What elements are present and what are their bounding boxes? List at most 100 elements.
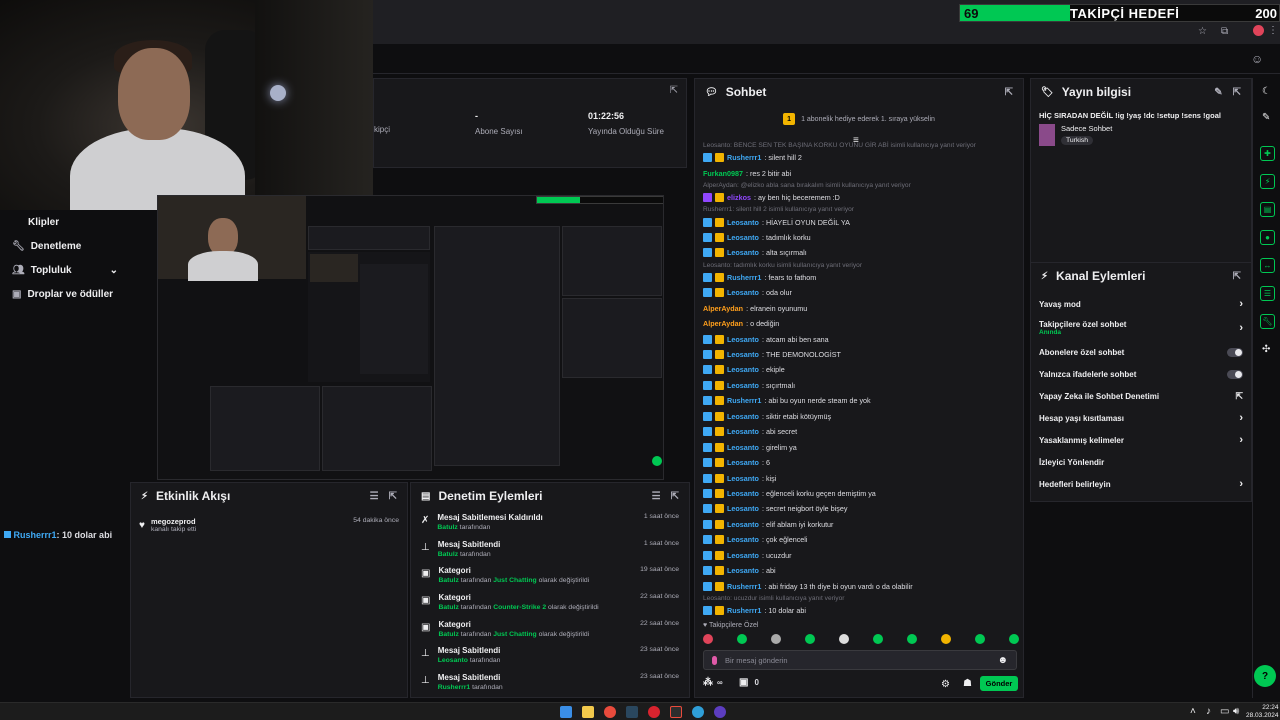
popout-icon[interactable]: ⇱ (389, 491, 397, 502)
nav-drops[interactable]: ▣ Droplar ve ödüller (0, 282, 130, 306)
rail-list-icon[interactable]: ☰ (1260, 286, 1275, 301)
popout-icon[interactable]: ⇱ (1233, 271, 1241, 282)
feed-user[interactable]: megozeprod (151, 517, 196, 526)
emoji-icon[interactable]: ☻ (997, 655, 1008, 666)
emote-icon[interactable] (873, 634, 883, 644)
nav-clips[interactable]: Klipler (0, 210, 130, 234)
chat-input[interactable]: Bir mesaj gönderin ☻ (703, 650, 1017, 670)
channel-action-row[interactable]: Hesap yaşı kısıtlaması › (1031, 407, 1251, 429)
chat-message[interactable]: Leosanto: HİAYELİ OYUN DEĞİL YA (695, 214, 1023, 229)
chat-username[interactable]: Leosanto (727, 233, 759, 242)
gift-counter[interactable]: ▣ 0 (739, 677, 759, 688)
clock[interactable]: 22:24 28.03.2024 (1246, 704, 1279, 720)
channel-action-row[interactable]: Yapay Zeka ile Sohbet Denetimi ⇱ (1031, 385, 1251, 407)
chat-username[interactable]: Leosanto (727, 520, 759, 529)
emote-icon[interactable] (907, 634, 917, 644)
chat-message[interactable]: Leosanto: kişi (695, 470, 1023, 485)
network-icon[interactable]: ▭ (1220, 706, 1229, 717)
chat-username[interactable]: Leosanto (727, 365, 759, 374)
channel-action-row[interactable]: Yasaklanmış kelimeler › (1031, 429, 1251, 451)
chat-username[interactable]: Leosanto (727, 350, 759, 359)
emote-icon[interactable] (771, 634, 781, 644)
chat-message[interactable]: Leosanto: 6 (695, 455, 1023, 470)
chat-message[interactable]: Rusherrr1: fears to fathom (695, 270, 1023, 285)
chat-message[interactable]: Leosanto: THE DEMONOLOGİST (695, 347, 1023, 362)
chat-username[interactable]: Leosanto (727, 504, 759, 513)
channel-action-row[interactable]: Abonelere özel sohbet (1031, 341, 1251, 363)
chat-message[interactable]: Leosanto: girelim ya (695, 439, 1023, 454)
edit-pencil-icon[interactable]: ✎ (1262, 112, 1270, 123)
file-explorer-icon[interactable] (582, 706, 594, 718)
profile-avatar[interactable] (1253, 25, 1264, 36)
modlog-actor[interactable]: Batulz (438, 551, 458, 558)
chat-message[interactable]: Leosanto: abi (695, 563, 1023, 578)
category-name[interactable]: Sadece Sohbet (1061, 124, 1112, 133)
filter-icon[interactable]: ☰ (652, 491, 661, 502)
popout-icon[interactable]: ⇱ (670, 85, 678, 96)
rail-chat-icon[interactable]: ● (1260, 230, 1275, 245)
nav-moderation[interactable]: 🔧︎ Denetleme (0, 234, 130, 258)
chat-username[interactable]: Leosanto (727, 288, 759, 297)
moon-icon[interactable]: ☾ (1262, 86, 1271, 97)
chat-message[interactable]: Rusherrr1: abi bu oyun nerde steam de yo… (695, 393, 1023, 408)
send-button[interactable]: Gönder (980, 676, 1018, 691)
start-icon[interactable] (560, 706, 572, 718)
chat-username[interactable]: Rusherrr1 (727, 153, 761, 162)
popout-icon[interactable]: ⇱ (1233, 87, 1241, 98)
chat-username[interactable]: Leosanto (727, 474, 759, 483)
app-icon[interactable] (670, 706, 682, 718)
points-display[interactable]: ⁂ ∞ (703, 677, 723, 688)
chat-username[interactable]: Furkan0987 (703, 169, 743, 178)
chat-message[interactable]: Leosanto: ekiple (695, 362, 1023, 377)
emote-icon[interactable] (805, 634, 815, 644)
chat-username[interactable]: Rusherrr1 (727, 396, 761, 405)
user-avatar-icon[interactable]: ☺ (1251, 52, 1263, 66)
chat-username[interactable]: Leosanto (727, 218, 759, 227)
star-icon[interactable]: ☆ (1198, 26, 1207, 37)
chat-username[interactable]: Rusherrr1 (727, 582, 761, 591)
users-icon[interactable]: ☗ (963, 678, 972, 689)
channel-action-row[interactable]: İzleyici Yönlendir (1031, 451, 1251, 473)
filter-icon[interactable]: ☰ (370, 491, 379, 502)
menu-dots-icon[interactable]: ⋮ (1268, 25, 1278, 36)
steam-icon[interactable] (626, 706, 638, 718)
chat-message[interactable]: Leosanto: elif ablam iyi korkutur (695, 517, 1023, 532)
volume-icon[interactable]: 🔊︎ (1233, 706, 1239, 717)
stream-preview[interactable] (157, 195, 664, 480)
rail-add-icon[interactable]: ✣ (1262, 344, 1270, 355)
chat-message[interactable]: Leosanto: siktir etabi kötüymüş (695, 409, 1023, 424)
chat-username[interactable]: Leosanto (727, 458, 759, 467)
emote-icon[interactable] (941, 634, 951, 644)
modlog-category[interactable]: Just Chatting (493, 577, 536, 584)
channel-action-row[interactable]: Takipçilere özel sohbet Anında › (1031, 315, 1251, 341)
rail-document-icon[interactable]: ▤ (1260, 202, 1275, 217)
chat-username[interactable]: AlperAydan (703, 319, 743, 328)
chrome-icon[interactable] (604, 706, 616, 718)
chat-username[interactable]: Leosanto (727, 489, 759, 498)
chat-message[interactable]: Rusherrr1: abi friday 13 th diye bi oyun… (695, 578, 1023, 593)
modlog-actor[interactable]: Batulz (438, 631, 458, 638)
language-tag[interactable]: Turkish (1061, 136, 1094, 145)
chat-message[interactable]: Rusherrr1: silent hill 2 (695, 150, 1023, 165)
chat-message[interactable]: Leosanto: secret neigbort öyle bişey (695, 501, 1023, 516)
chat-message[interactable]: Leosanto: abi secret (695, 424, 1023, 439)
channel-action-row[interactable]: Yalnızca ifadelerle sohbet (1031, 363, 1251, 385)
chat-username[interactable]: Leosanto (727, 248, 759, 257)
modlog-category[interactable]: Just Chatting (493, 631, 536, 638)
settings-gear-icon[interactable]: ⚙ (941, 679, 950, 690)
popout-icon[interactable]: ⇱ (671, 491, 679, 502)
chat-message[interactable]: Leosanto: atcam abi ben sana (695, 331, 1023, 346)
chat-username[interactable]: Leosanto (727, 535, 759, 544)
toggle-switch[interactable] (1227, 369, 1243, 379)
emote-icon[interactable] (839, 634, 849, 644)
rail-crosshair-icon[interactable]: ✚ (1260, 146, 1275, 161)
chat-username[interactable]: elizkos (727, 193, 751, 202)
chat-username[interactable]: Leosanto (727, 427, 759, 436)
chat-username[interactable]: Leosanto (727, 551, 759, 560)
chat-username[interactable]: Leosanto (727, 381, 759, 390)
modlog-actor[interactable]: Batulz (437, 524, 457, 531)
chat-username[interactable]: Leosanto (727, 566, 759, 575)
chat-username[interactable]: Rusherrr1 (727, 606, 761, 615)
chat-username[interactable]: Leosanto (727, 412, 759, 421)
chat-message[interactable]: Rusherrr1: 10 dolar abi (695, 603, 1023, 618)
